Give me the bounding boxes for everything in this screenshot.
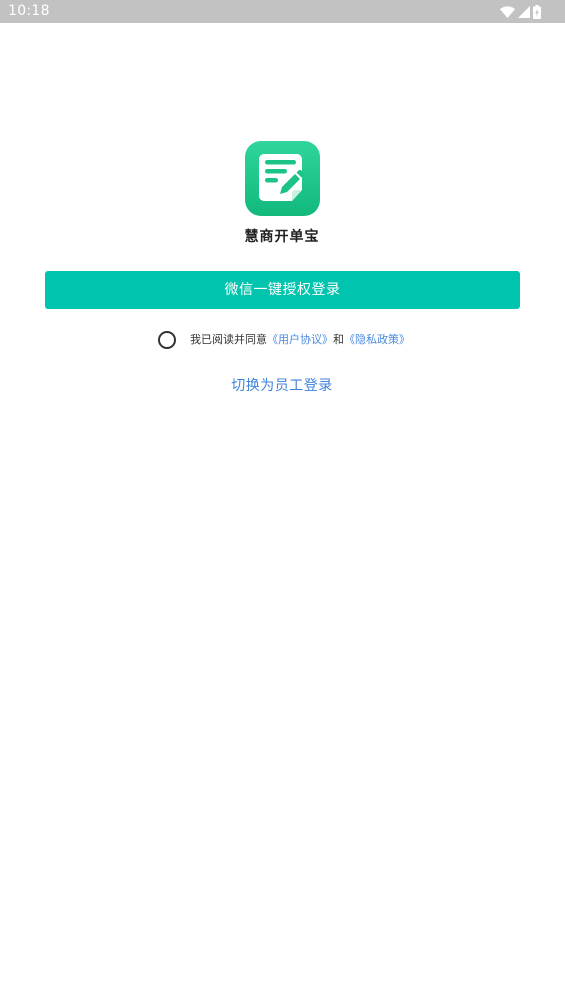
agreement-row: 我已阅读并同意《用户协议》和《隐私政策》 [158,331,410,349]
user-agreement-link[interactable]: 《用户协议》 [267,333,333,346]
wechat-login-button[interactable]: 微信一键授权登录 [45,271,520,309]
privacy-policy-link[interactable]: 《隐私政策》 [344,333,410,346]
status-bar: 10:18 [0,0,565,23]
app-name: 慧商开单宝 [244,229,320,245]
wifi-icon [500,5,515,18]
agreement-text: 我已阅读并同意《用户协议》和《隐私政策》 [190,331,410,349]
cellular-signal-icon [518,5,530,18]
switch-employee-login-link[interactable]: 切换为员工登录 [132,375,432,397]
agree-checkbox[interactable] [158,331,176,349]
agreement-prefix: 我已阅读并同意 [190,333,267,346]
status-time: 10:18 [8,3,50,19]
app-logo [245,141,320,216]
agreement-conjunction: 和 [333,333,344,346]
notepad-pencil-icon [259,154,305,201]
status-icons [500,4,541,19]
battery-icon [533,4,541,19]
